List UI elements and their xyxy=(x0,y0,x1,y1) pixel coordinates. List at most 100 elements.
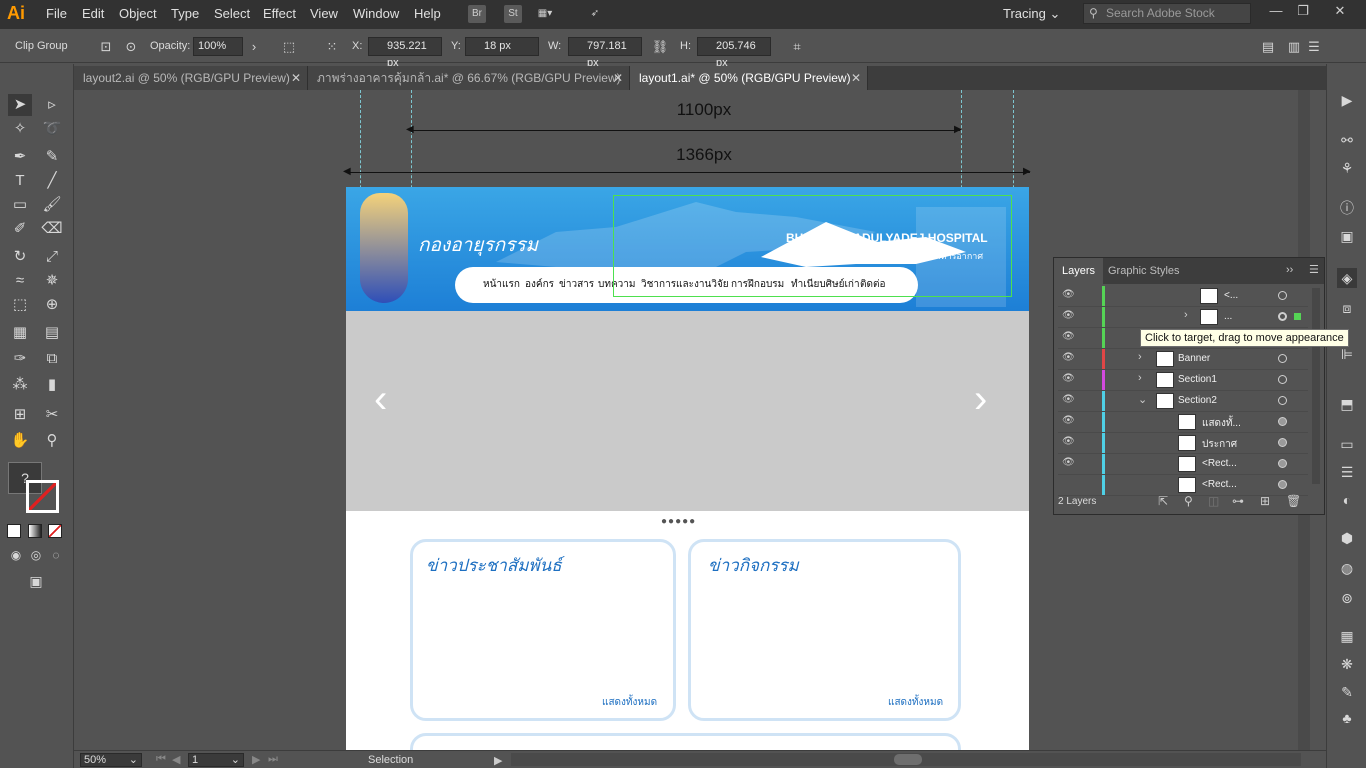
hand-tool-icon[interactable]: ✋ xyxy=(8,430,32,452)
slider-prev-icon[interactable]: ‹ xyxy=(374,379,387,419)
h-field[interactable]: 205.746 px xyxy=(697,37,771,69)
close-window-button[interactable]: ✕ xyxy=(1330,3,1350,21)
zoom-tool-icon[interactable]: ⚲ xyxy=(40,430,64,452)
opacity-field[interactable]: 100% xyxy=(193,37,243,56)
new-layer-icon[interactable]: ⊞ xyxy=(1260,494,1270,508)
shaper-tool-icon[interactable]: ✐ xyxy=(8,218,32,240)
layer-name[interactable]: <... xyxy=(1224,290,1238,301)
image-trace-icon[interactable]: ▣ xyxy=(1337,226,1357,246)
export-icon[interactable]: ⇱ xyxy=(1158,494,1168,508)
graph-tool-icon[interactable]: ▮ xyxy=(40,374,64,396)
target-icon[interactable] xyxy=(1278,438,1287,447)
links-icon[interactable]: ⚯ xyxy=(1337,130,1357,150)
next-artboard-icon[interactable]: ▶ xyxy=(252,753,260,766)
magic-wand-tool-icon[interactable]: ✧ xyxy=(8,118,32,140)
align-icon[interactable]: ⊫ xyxy=(1337,344,1357,364)
direct-selection-tool-icon[interactable]: ▹ xyxy=(40,94,64,116)
layer-name[interactable]: <Rect... xyxy=(1202,479,1237,490)
selection-tool-icon[interactable]: ➤ xyxy=(8,94,32,116)
new-sublayer-icon[interactable]: ⊶ xyxy=(1232,494,1244,508)
horizontal-scrollbar[interactable] xyxy=(511,753,1301,766)
close-icon[interactable]: ✕ xyxy=(291,66,301,90)
target-icon[interactable] xyxy=(1278,417,1287,426)
visibility-icon[interactable]: 👁 xyxy=(1062,310,1075,321)
target-icon[interactable] xyxy=(1278,291,1287,300)
edit-contents-icon[interactable]: ⊙ xyxy=(121,37,141,57)
layer-name[interactable]: แสดงทั้... xyxy=(1202,416,1241,431)
play-icon[interactable]: ▶ xyxy=(1337,90,1357,110)
artboard-select[interactable]: 1 ⌄ xyxy=(188,753,244,767)
perspective-grid-tool-icon[interactable]: ▦ xyxy=(8,322,32,344)
slider-next-icon[interactable]: › xyxy=(974,379,987,419)
transparency-icon[interactable]: ◐ xyxy=(1337,490,1357,510)
brushes-icon[interactable]: ✎ xyxy=(1337,682,1357,702)
x-field[interactable]: 935.221 px xyxy=(368,37,442,69)
layer-name[interactable]: ... xyxy=(1224,311,1232,322)
layer-name[interactable]: Section1 xyxy=(1178,374,1217,385)
screen-mode-icon[interactable]: ▣ xyxy=(24,570,48,592)
panel-collapse-icon[interactable]: ›› xyxy=(1286,264,1293,276)
stroke-swatch[interactable] xyxy=(26,480,59,513)
appearance-icon[interactable]: ◍ xyxy=(1337,558,1357,578)
nav-item-org[interactable]: องค์กร xyxy=(525,277,554,292)
stock-icon[interactable]: St xyxy=(504,5,522,23)
menu-edit[interactable]: Edit xyxy=(82,6,104,21)
layer-name[interactable]: Section2 xyxy=(1178,395,1217,406)
last-artboard-icon[interactable]: ⏭ xyxy=(268,753,278,766)
rectangle-tool-icon[interactable]: ▭ xyxy=(8,194,32,216)
puppet-icon[interactable]: ⚘ xyxy=(1337,158,1357,178)
layer-row[interactable]: 👁 <Rect... xyxy=(1058,454,1308,475)
layer-row[interactable]: 👁 แสดงทั้... xyxy=(1058,412,1308,433)
previous-artboard-icon[interactable]: ◀ xyxy=(172,753,180,766)
eyedropper-tool-icon[interactable]: ✑ xyxy=(8,348,32,370)
edit-clip-path-icon[interactable]: ⊡ xyxy=(96,37,116,57)
shape-builder-tool-icon[interactable]: ⊕ xyxy=(40,294,64,316)
workspace-switcher[interactable]: Tracing ⌄ xyxy=(1003,6,1060,22)
color-mode-button[interactable] xyxy=(7,524,21,538)
zoom-select[interactable]: 50% ⌄ xyxy=(80,753,142,767)
first-artboard-icon[interactable]: ⏮ xyxy=(156,753,166,766)
visibility-icon[interactable]: 👁 xyxy=(1062,436,1075,447)
layer-row-section1[interactable]: 👁 › Section1 xyxy=(1058,370,1308,391)
artboards-icon[interactable]: ⧈ xyxy=(1337,298,1357,318)
layer-row[interactable]: <Rect... xyxy=(1058,475,1308,496)
y-field[interactable]: 18 px xyxy=(465,37,539,56)
menu-effect[interactable]: Effect xyxy=(263,6,296,21)
layer-name[interactable]: ประกาศ xyxy=(1202,437,1237,452)
reference-point-icon[interactable]: ⁙ xyxy=(322,37,342,57)
align-panel-icon[interactable]: ▥ xyxy=(1284,37,1304,57)
arrange-icon[interactable]: ▤ xyxy=(1258,37,1278,57)
line-tool-icon[interactable]: ╱ xyxy=(40,170,64,192)
tab-layout1[interactable]: layout1.ai* @ 50% (RGB/GPU Preview) ✕ xyxy=(630,66,868,90)
show-all-link[interactable]: แสดงทั้งหมด xyxy=(888,695,943,710)
info-icon[interactable]: ⓘ xyxy=(1337,198,1357,218)
visibility-icon[interactable]: 👁 xyxy=(1062,394,1075,405)
chevron-right-icon[interactable]: › xyxy=(244,37,264,57)
menu-select[interactable]: Select xyxy=(214,6,250,21)
visibility-icon[interactable]: 👁 xyxy=(1062,415,1075,426)
swatches-icon[interactable]: ▦ xyxy=(1337,626,1357,646)
warp-tool-icon[interactable]: ≈ xyxy=(8,270,32,292)
w-field[interactable]: 797.181 px xyxy=(568,37,642,69)
visibility-icon[interactable]: 👁 xyxy=(1062,289,1075,300)
scale-tool-icon[interactable]: ⤢ xyxy=(40,246,64,268)
nav-item-news[interactable]: ข่าวสาร xyxy=(559,277,594,292)
lasso-tool-icon[interactable]: ➰ xyxy=(40,118,64,140)
arrange-documents-icon[interactable]: ▦▾ xyxy=(536,5,554,23)
layer-name[interactable]: Banner xyxy=(1178,353,1210,364)
gradient-mode-button[interactable] xyxy=(28,524,42,538)
tab-sketch[interactable]: ภาพร่างอาคารคุ้มกล้า.ai* @ 66.67% (RGB/G… xyxy=(308,66,630,90)
delete-icon[interactable]: 🗑 xyxy=(1286,494,1301,508)
blend-tool-icon[interactable]: ⧉ xyxy=(40,348,64,370)
make-clipping-mask-icon[interactable]: ◫ xyxy=(1208,494,1219,508)
chevron-right-icon[interactable]: › xyxy=(1184,309,1188,321)
minimize-button[interactable]: — xyxy=(1266,3,1286,21)
stroke-icon[interactable]: ☰ xyxy=(1337,462,1357,482)
symbols-icon[interactable]: ♣ xyxy=(1337,708,1357,728)
menu-window[interactable]: Window xyxy=(353,6,399,21)
tab-graphic-styles[interactable]: Graphic Styles xyxy=(1100,258,1188,284)
bridge-icon[interactable]: Br xyxy=(468,5,486,23)
target-icon[interactable] xyxy=(1278,480,1287,489)
align-to-icon[interactable]: ⬚ xyxy=(279,37,299,57)
selection-bounding-box[interactable] xyxy=(613,195,1012,297)
